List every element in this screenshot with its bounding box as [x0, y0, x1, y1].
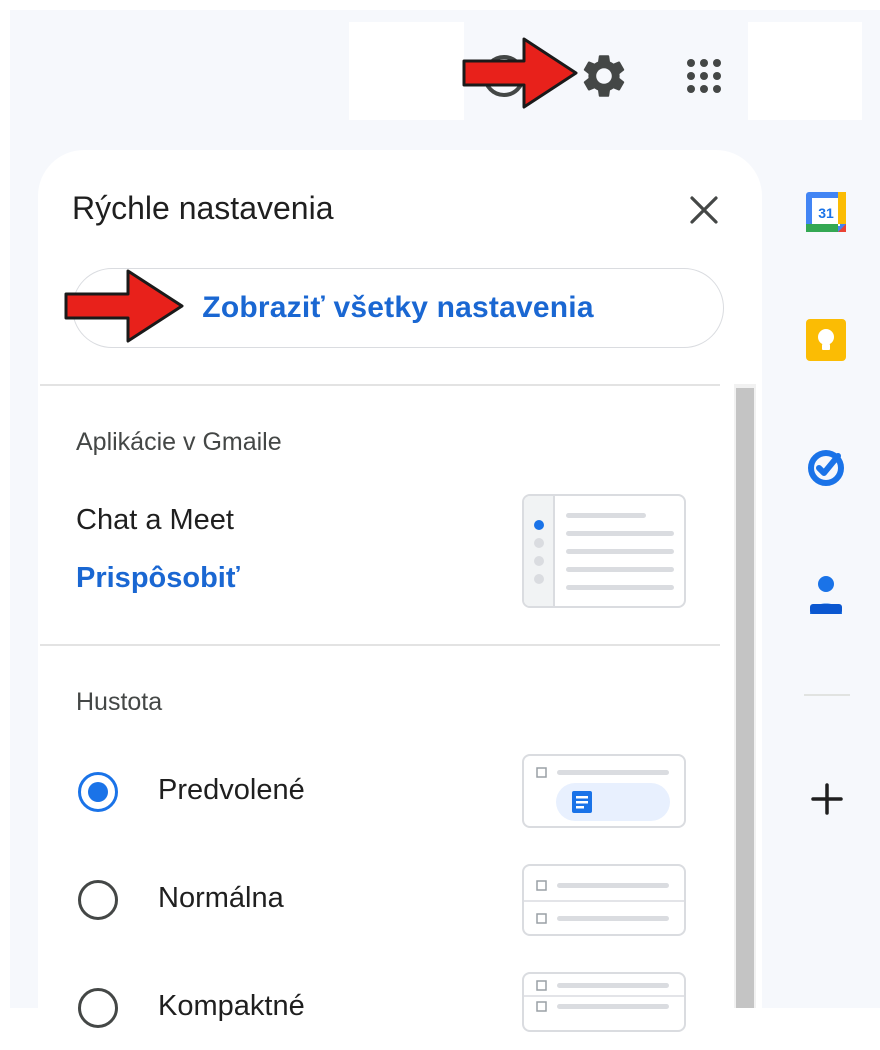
density-normal-radio[interactable]	[78, 880, 118, 920]
apps-section-heading: Aplikácie v Gmaile	[76, 428, 282, 456]
calendar-icon: 31	[806, 192, 846, 232]
chat-meet-thumbnail	[522, 494, 686, 608]
density-default-radio[interactable]	[78, 772, 118, 812]
calendar-day-number: 31	[818, 205, 834, 221]
redacted-area	[349, 22, 464, 120]
gear-icon	[583, 55, 625, 97]
keep-icon	[806, 319, 846, 361]
calendar-app-button[interactable]: 31	[802, 188, 850, 236]
add-icon	[811, 783, 843, 815]
tasks-icon	[808, 450, 844, 486]
close-icon	[690, 196, 718, 224]
apps-grid-icon[interactable]	[680, 52, 728, 100]
chat-meet-label: Chat a Meet	[76, 504, 234, 536]
customize-link[interactable]: Prispôsobiť	[76, 562, 240, 595]
tasks-app-button[interactable]	[802, 444, 850, 492]
density-normal-label[interactable]: Normálna	[158, 882, 284, 915]
contacts-app-button[interactable]	[802, 570, 850, 618]
red-arrow-annotation	[462, 37, 578, 109]
divider	[40, 644, 720, 646]
divider	[40, 384, 720, 386]
red-arrow-annotation	[64, 269, 184, 343]
density-section-heading: Hustota	[76, 688, 163, 716]
close-button[interactable]	[684, 190, 724, 230]
settings-gear-button[interactable]	[576, 48, 632, 104]
panel-title: Rýchle nastavenia	[72, 190, 334, 226]
density-compact-label[interactable]: Kompaktné	[158, 990, 305, 1023]
density-normal-thumbnail[interactable]	[522, 864, 686, 936]
account-area-redacted	[748, 22, 862, 120]
side-panel-divider	[804, 694, 850, 696]
density-compact-thumbnail[interactable]	[522, 972, 686, 1032]
density-default-thumbnail[interactable]	[522, 754, 686, 828]
density-compact-radio[interactable]	[78, 988, 118, 1028]
scrollbar-thumb[interactable]	[736, 388, 754, 1008]
density-default-label[interactable]: Predvolené	[158, 774, 305, 807]
contacts-icon	[810, 576, 842, 614]
keep-app-button[interactable]	[802, 316, 850, 364]
add-addon-button[interactable]	[804, 776, 850, 822]
